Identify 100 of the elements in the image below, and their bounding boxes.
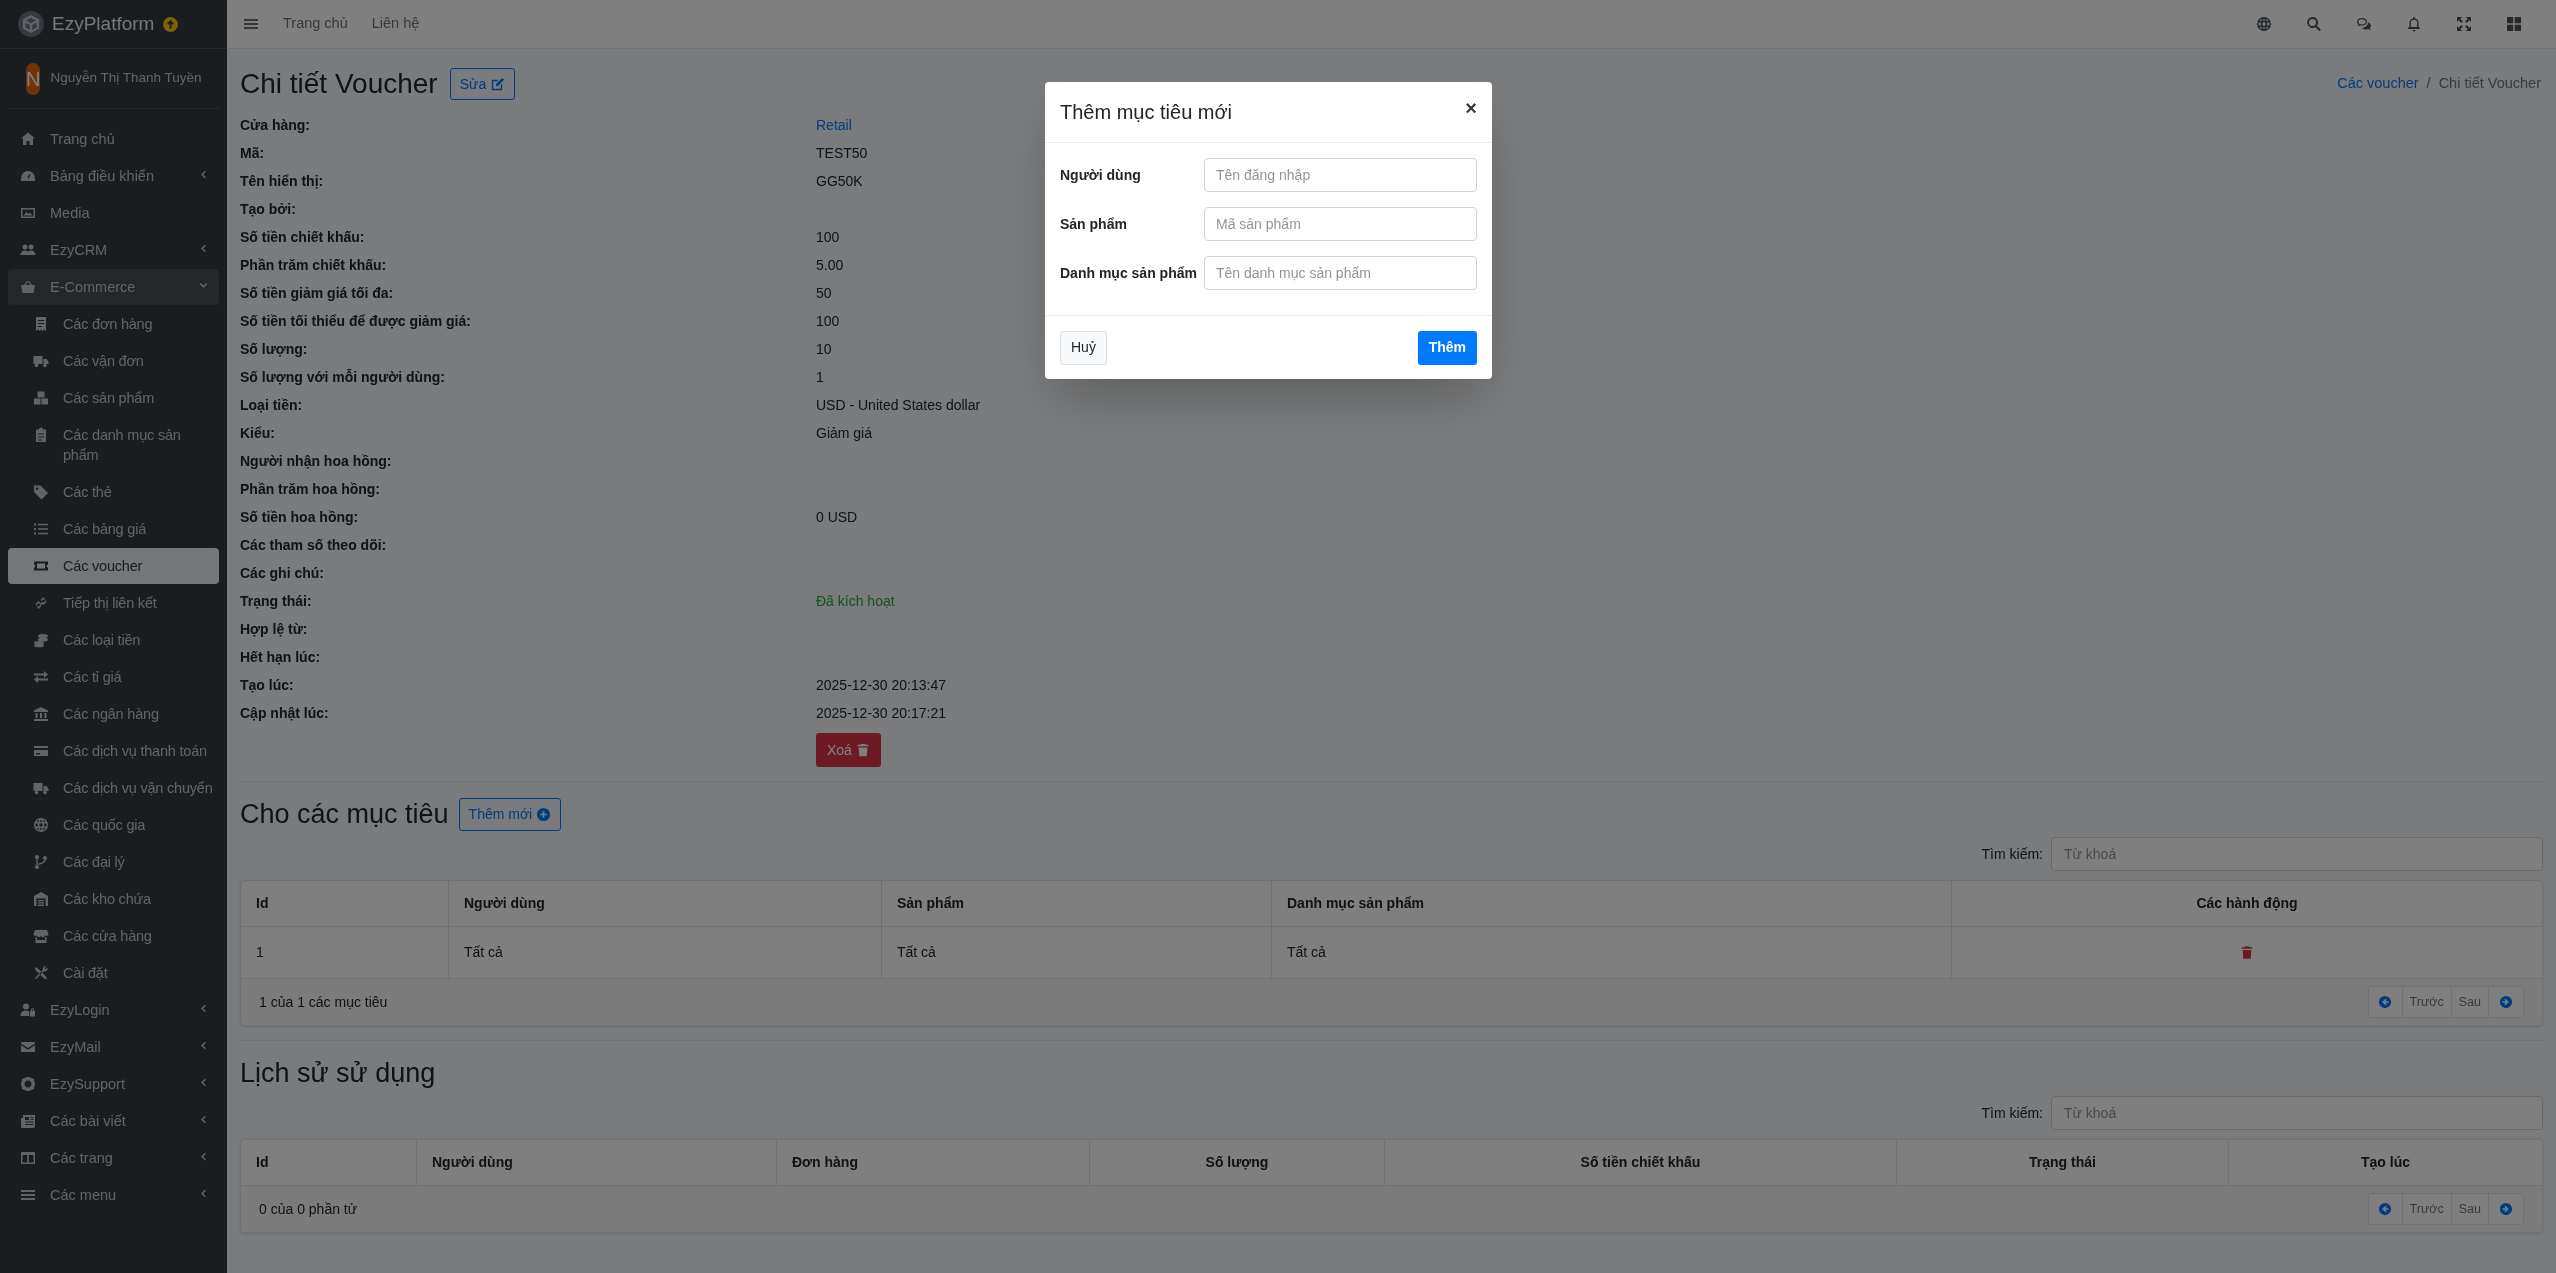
sidebar-item[interactable]: Các vận đơn	[8, 343, 219, 379]
cancel-button[interactable]: Huỷ	[1060, 330, 1107, 365]
user-name[interactable]: Nguyễn Thị Thanh Tuyền	[50, 68, 202, 89]
sidebar-item[interactable]: Cài đặt	[8, 955, 219, 991]
sidebar-item[interactable]: EzySupport	[8, 1066, 219, 1102]
field-value: 100	[816, 227, 840, 247]
sidebar-item[interactable]: Các loại tiền	[8, 622, 219, 658]
field-label: Loại tiền:	[240, 395, 304, 415]
delete-button[interactable]: Xoá	[816, 733, 881, 767]
sidebar-item[interactable]: Các tỉ giá	[8, 659, 219, 695]
close-button[interactable]: ×	[1465, 98, 1477, 118]
field-label: Các tham số theo dõi:	[240, 535, 388, 555]
sidebar-item[interactable]: Các kho chứa	[8, 881, 219, 917]
sidebar-item[interactable]: EzyMail	[8, 1029, 219, 1065]
chevron-left-icon	[198, 169, 209, 180]
notification-icon	[2406, 16, 2422, 32]
chevron-left-icon	[198, 1040, 209, 1051]
language-icon	[2256, 16, 2272, 32]
next-button[interactable]: Sau	[2451, 1194, 2489, 1224]
image-icon	[20, 205, 36, 221]
chevron-left-icon	[198, 1188, 209, 1199]
warehouse-icon	[33, 891, 49, 907]
sidebar-item[interactable]: Các sản phẩm	[8, 380, 219, 416]
modal-title: Thêm mục tiêu mới	[1060, 100, 1233, 125]
sidebar-item[interactable]: Các voucher	[8, 548, 219, 584]
field-value: 2025-12-30 20:17:21	[816, 703, 946, 723]
sidebar-item[interactable]: EzyLogin	[8, 992, 219, 1028]
field-value: 2025-12-30 20:13:47	[816, 675, 946, 695]
columns-icon	[20, 1150, 36, 1166]
input-field[interactable]: Tên đăng nhập	[1204, 158, 1477, 192]
tools-icon	[33, 965, 49, 981]
field-label: Tên hiển thị:	[240, 171, 325, 191]
column-header: Các hành động	[1951, 881, 2542, 927]
sidebar-item[interactable]: E-Commerce	[8, 269, 219, 305]
brand-name[interactable]: EzyPlatform	[52, 9, 155, 39]
status-text: Đã kích hoạt	[816, 591, 895, 611]
previous-button[interactable]: Trước	[2402, 1194, 2452, 1224]
search-label: Tìm kiếm:	[1981, 844, 2043, 864]
delete-row-button[interactable]	[2240, 945, 2254, 960]
previous-button[interactable]: Trước	[2402, 987, 2452, 1017]
field-value: GG50K	[816, 171, 863, 191]
field-label: Các ghi chú:	[240, 563, 325, 583]
field-value: 0 USD	[816, 507, 858, 527]
basket-icon	[20, 279, 36, 295]
arrow-left-icon	[2378, 995, 2393, 1009]
sidebar-item[interactable]: Tiếp thị liên kết	[8, 585, 219, 621]
result-count: 1 của 1 các mục tiêu	[259, 992, 388, 1012]
sidebar-item[interactable]: EzyCRM	[8, 232, 219, 268]
sidebar-item[interactable]: Các bài viết	[8, 1103, 219, 1139]
user-avatar: N	[26, 62, 41, 95]
arrow-right-icon	[2499, 995, 2513, 1009]
field-label: Sản phẩm	[1060, 214, 1128, 234]
column-header: Người dùng	[448, 881, 881, 927]
edit-button[interactable]: Sửa	[449, 68, 516, 100]
input-field[interactable]: Mã sản phẩm	[1204, 207, 1477, 241]
logo-icon	[18, 11, 44, 37]
store-link[interactable]: Retail	[816, 114, 852, 136]
truck-icon	[33, 780, 49, 796]
chevron-left-icon	[198, 1003, 209, 1014]
card-icon	[33, 743, 49, 759]
sidebar-item[interactable]: Các dịch vụ vận chuyển	[8, 770, 219, 806]
field-value: USD - United States dollar	[816, 395, 981, 415]
nav-link[interactable]: Trang chủ	[283, 13, 348, 35]
field-value: 50	[816, 283, 832, 303]
sidebar-item[interactable]: Các đơn hàng	[8, 306, 219, 342]
sidebar-item[interactable]: Các quốc gia	[8, 807, 219, 843]
section-title: Lịch sử sử dụng	[240, 1056, 436, 1090]
grid-icon	[2506, 16, 2522, 32]
truck-icon	[33, 353, 49, 369]
breadcrumb-link[interactable]: Các voucher	[2337, 73, 2419, 95]
sidebar-item[interactable]: Các đại lý	[8, 844, 219, 880]
input-field[interactable]: Tên danh mục sản phẩm	[1204, 256, 1477, 290]
sidebar-item[interactable]: Các dịch vụ thanh toán	[8, 733, 219, 769]
submit-button[interactable]: Thêm	[1417, 330, 1477, 365]
sidebar-item[interactable]: Các thẻ	[8, 474, 219, 510]
sidebar-item[interactable]: Các cửa hàng	[8, 918, 219, 954]
lifebuoy-icon	[20, 1076, 36, 1092]
bank-icon	[33, 706, 49, 722]
sidebar-item[interactable]: Các menu	[8, 1177, 219, 1213]
sidebar-item[interactable]: Media	[8, 195, 219, 231]
next-button[interactable]: Sau	[2451, 987, 2489, 1017]
nav-link[interactable]: Liên hệ	[371, 13, 420, 35]
page-title: Chi tiết Voucher	[240, 67, 438, 101]
upgrade-icon	[162, 15, 180, 33]
sidebar-item[interactable]: Các bảng giá	[8, 511, 219, 547]
receipt-icon	[33, 316, 49, 332]
sidebar-item[interactable]: Các danh mục sản phẩm	[8, 417, 219, 473]
sidebar-item[interactable]: Trang chủ	[8, 121, 219, 157]
exchange-icon	[33, 669, 49, 685]
sidebar-item[interactable]: Các trang	[8, 1140, 219, 1176]
coins-icon	[33, 632, 49, 648]
field-value: 1	[816, 367, 824, 387]
add-button[interactable]: Thêm mới	[458, 797, 562, 831]
sidebar-item[interactable]: Các ngân hàng	[8, 696, 219, 732]
field-value: 100	[816, 311, 840, 331]
clipboard-icon	[33, 427, 49, 443]
link-icon	[33, 595, 49, 611]
branch-icon	[33, 854, 49, 870]
sidebar-item[interactable]: Bảng điều khiển	[8, 158, 219, 194]
list-icon	[33, 521, 49, 537]
